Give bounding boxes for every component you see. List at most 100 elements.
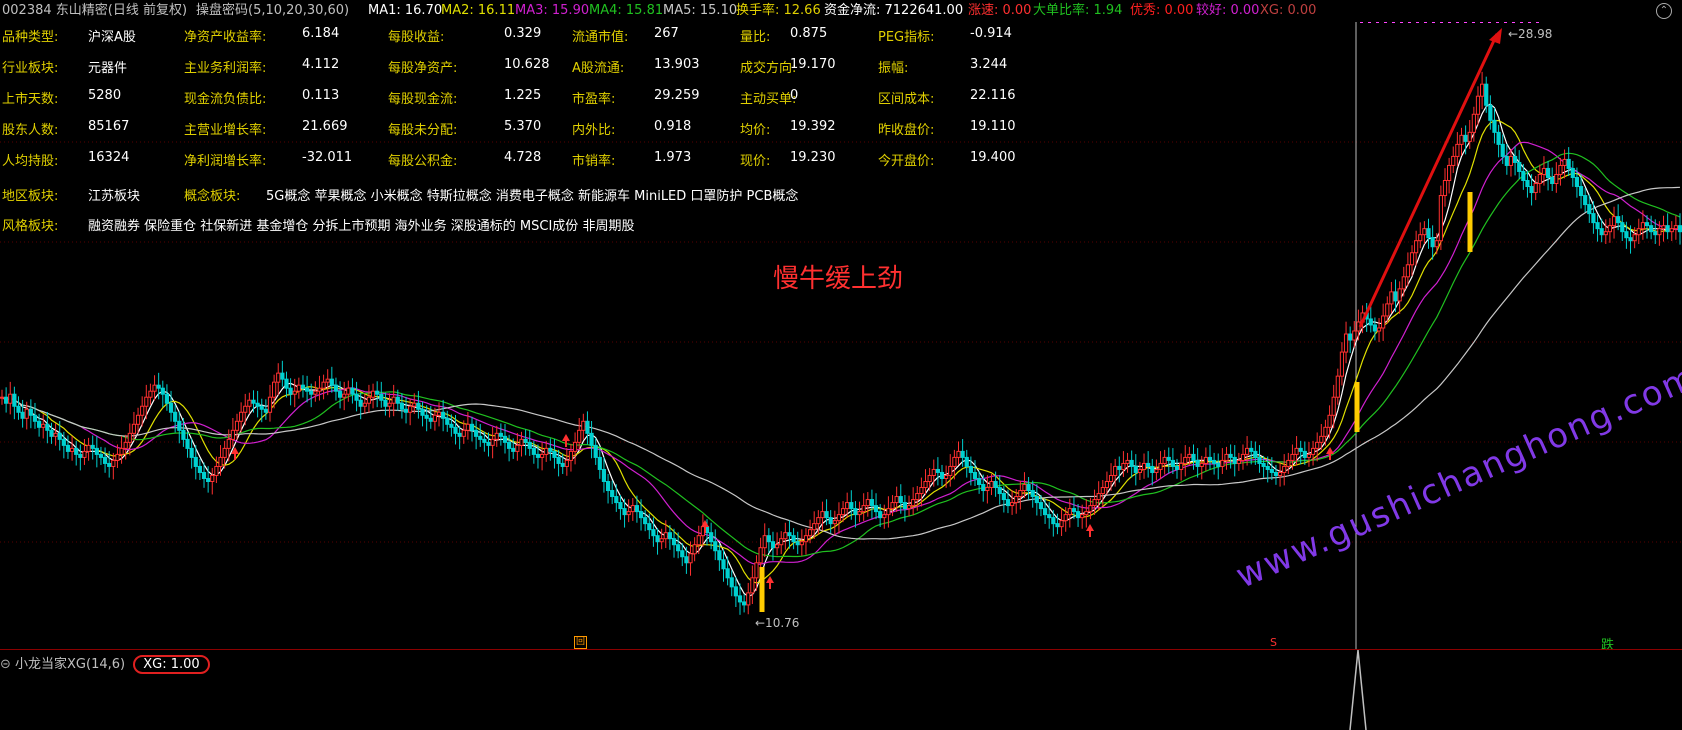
signal-dot (1488, 22, 1491, 23)
candle-body (465, 423, 470, 431)
candle-body (725, 568, 730, 579)
candle-body (350, 387, 355, 395)
candle-body (1257, 456, 1262, 464)
candle-body (379, 393, 384, 401)
candle-body (1051, 517, 1056, 525)
candle-body (972, 471, 978, 479)
signal-dot (1536, 22, 1539, 23)
ma5-value: MA5: 15.10 (663, 3, 738, 18)
candle-body (1240, 453, 1246, 461)
candle-body (886, 508, 891, 516)
candle-body (688, 553, 693, 564)
info-label: 今开盘价: (878, 154, 935, 169)
candle-body (346, 387, 351, 395)
candle-body (1236, 459, 1241, 464)
candle-body (416, 402, 421, 410)
candle-body (432, 414, 437, 422)
candle-body (1376, 327, 1382, 332)
candle-body (902, 502, 908, 510)
candle-body (1381, 315, 1386, 329)
sub-indicator-chart[interactable] (0, 650, 1682, 730)
info-value: 13.903 (654, 57, 700, 72)
candle-body (1335, 375, 1340, 398)
info-label: 主营业增长率: (184, 123, 267, 138)
buy-arrow-icon (1326, 447, 1334, 454)
candle-body (1397, 288, 1402, 302)
candle-body (218, 456, 223, 467)
candle-body (1525, 180, 1530, 188)
candle-body (622, 508, 627, 516)
info-label: 人均持股: (2, 154, 59, 169)
candle-body (1451, 155, 1456, 166)
candle-body (956, 450, 961, 458)
candle-body (531, 447, 536, 455)
info-value: 19.110 (970, 119, 1016, 134)
candle-body (181, 429, 186, 440)
bottom-marker-s[interactable]: S (1270, 636, 1277, 649)
chevron-up-icon[interactable]: ⌃ (1656, 3, 1672, 19)
candle-body (614, 496, 619, 504)
candle-body (853, 508, 858, 516)
indicator-name[interactable]: 操盘密码(5,10,20,30,60) (196, 0, 349, 22)
info-value: 10.628 (504, 57, 550, 72)
candle-body (189, 447, 194, 458)
candle-body (474, 429, 479, 437)
signal-dot (1416, 22, 1419, 23)
candle-body (1595, 222, 1600, 230)
xg-signal-line (1349, 650, 1367, 730)
bottom-marker-left[interactable]: 回 (574, 636, 587, 649)
candle-body (90, 444, 95, 449)
candle-body (1265, 465, 1270, 470)
buy-arrow-icon (766, 576, 774, 583)
highlight-candle (759, 567, 765, 612)
candle-body (1644, 222, 1650, 227)
candle-body (1306, 453, 1312, 458)
candle-body (556, 456, 561, 464)
candle-body (164, 393, 170, 404)
info-value: 0 (790, 88, 799, 103)
candle-body (1587, 204, 1592, 215)
candle-body (840, 508, 846, 516)
candle-body (1055, 523, 1060, 528)
candle-body (1117, 465, 1122, 470)
candle-body (420, 408, 425, 416)
candle-body (795, 541, 800, 546)
candle-body (152, 384, 157, 392)
info-label: 主动买单: (740, 92, 797, 107)
candle-body (263, 408, 268, 413)
candle-body (1191, 453, 1196, 461)
candle-body (820, 511, 825, 519)
candle-body (1389, 291, 1394, 305)
candle-body (1158, 462, 1163, 470)
signal-dot (1504, 22, 1507, 23)
candle-body (935, 468, 940, 473)
candle-body (539, 453, 545, 458)
stock-title[interactable]: 002384 东山精密(日线 前复权) (2, 0, 187, 22)
candle-body (1331, 396, 1336, 416)
candle-body (985, 487, 990, 492)
candle-body (1133, 465, 1138, 473)
info-label: 行业板块: (2, 61, 59, 76)
candle-body (82, 450, 87, 458)
candle-body (1146, 462, 1151, 467)
candle-body (944, 474, 949, 479)
candle-body (523, 438, 528, 443)
concept-value: 5G概念 苹果概念 小米概念 特斯拉概念 消费电子概念 新能源车 MiniLED… (266, 189, 799, 204)
candle-body (1170, 459, 1175, 467)
candle-body (630, 505, 635, 513)
candle-body (1348, 333, 1353, 341)
candle-body (197, 465, 202, 473)
candle-body (1475, 95, 1481, 115)
candle-body (144, 396, 149, 407)
candle-body (1071, 508, 1077, 513)
info-value: 19.230 (790, 150, 836, 165)
kline-chart[interactable]: ←28.98 ←10.76 (0, 22, 1682, 649)
info-label: 内外比: (572, 123, 616, 138)
candle-body (671, 538, 677, 546)
candle-body (12, 393, 17, 407)
info-value: 0.329 (504, 26, 542, 41)
candle-body (1566, 158, 1571, 169)
signal-dot (1512, 22, 1515, 23)
candle-body (412, 402, 417, 407)
candle-body (78, 453, 83, 458)
